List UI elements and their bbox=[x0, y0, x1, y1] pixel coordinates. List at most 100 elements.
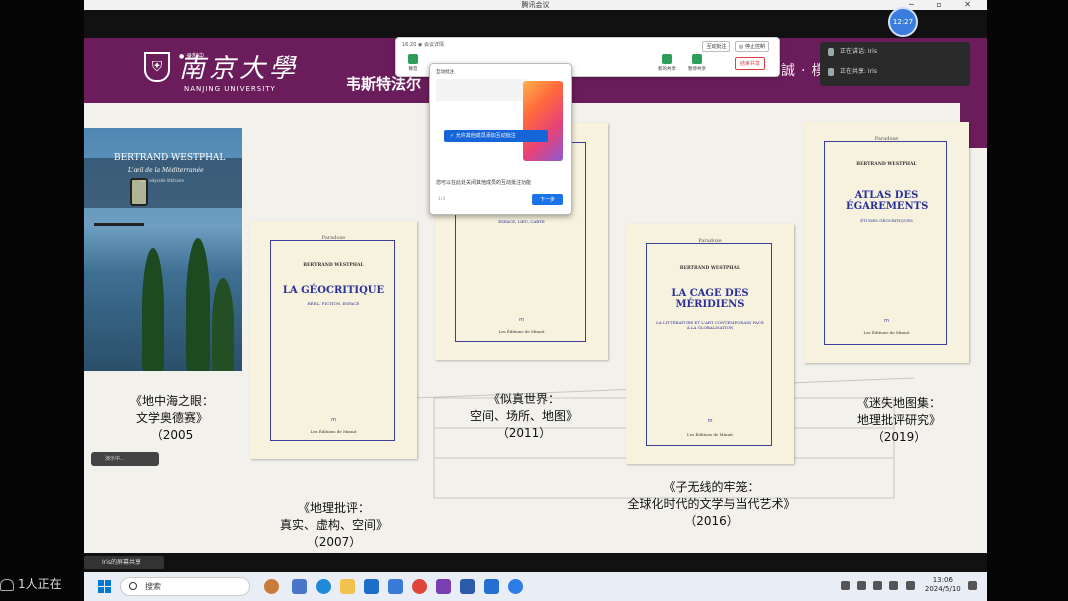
mute-button[interactable]: 静音 bbox=[400, 54, 426, 72]
book-subtitle: ÉTUDES GÉOCRITIQUES bbox=[860, 218, 913, 223]
caption-line: 空间、场所、地图》 bbox=[469, 409, 578, 423]
edge-browser-icon[interactable] bbox=[316, 579, 331, 594]
cover-frame bbox=[270, 240, 395, 441]
clock-date: 2024/5/10 bbox=[924, 585, 961, 593]
pause-share-button[interactable]: 暂停共享 bbox=[684, 54, 710, 72]
slide-status-pill[interactable]: 演示中... bbox=[91, 452, 159, 466]
speaker-label: 正在讲话: Iris bbox=[840, 48, 877, 55]
window-titlebar: 腾讯会议 ─ ▫ ✕ bbox=[84, 0, 987, 10]
popup-tool-row[interactable] bbox=[436, 79, 526, 101]
book-title: L'œil de la Méditerranée bbox=[128, 167, 204, 174]
caption-line: 文学奥德赛》 bbox=[135, 411, 208, 425]
window-controls[interactable]: ─ ▫ ✕ bbox=[909, 0, 981, 10]
popup-title: 互动批注 bbox=[436, 70, 454, 75]
book-subtitle: ESPACE, LIEU, CARTE bbox=[498, 219, 545, 224]
app-icon-8[interactable] bbox=[484, 579, 499, 594]
notification-bell-icon[interactable] bbox=[968, 580, 977, 590]
meeting-time-bubble[interactable]: 12:27 bbox=[888, 7, 918, 37]
screen-share-label: Iris的屏幕共享 bbox=[84, 556, 164, 569]
headset-icon bbox=[0, 578, 14, 591]
wifi-icon[interactable] bbox=[873, 580, 883, 590]
pause-icon bbox=[692, 54, 702, 64]
speaking-row: 正在讲话: Iris bbox=[820, 42, 970, 62]
university-name-en: NANJING UNIVERSITY bbox=[184, 85, 276, 93]
university-emblem-icon: ⛨ bbox=[144, 52, 170, 82]
book-cover-cage-meridiens: Paradoxe BERTRAND WESTPHAL LA CAGE DES M… bbox=[626, 224, 794, 464]
book-title: ATLAS DES ÉGAREMENTS bbox=[846, 190, 929, 212]
cypress-tree bbox=[186, 238, 210, 371]
caption-line: 地理批评研究》 bbox=[856, 413, 941, 427]
clock-time: 13:06 bbox=[932, 576, 953, 584]
book-author: BERTRAND WESTPHAL bbox=[679, 266, 741, 271]
cover-frame bbox=[646, 243, 772, 446]
book-title: LA CAGE DES MÉRIDIENS bbox=[671, 288, 749, 310]
taskbar-search[interactable]: 搜索 bbox=[120, 577, 250, 596]
book-subtitle: RÉEL, FICTION, ESPACE bbox=[307, 301, 360, 306]
search-icon bbox=[129, 582, 137, 590]
book-subtitle: LA LITTÉRATURE ET L'ART CONTEMPORAIN FAC… bbox=[656, 320, 764, 330]
recording-badge: ● 录制中 bbox=[179, 53, 205, 60]
speaker-panel: 正在讲话: Iris 正在共享: Iris bbox=[820, 42, 970, 86]
stop-control-button[interactable]: ◎ 停止控制 bbox=[735, 41, 769, 52]
app-icon-7[interactable] bbox=[460, 579, 475, 594]
book-author: BERTRAND WESTPHAL bbox=[303, 263, 364, 268]
caption-line: （2011） bbox=[496, 426, 552, 440]
store-app-icon[interactable] bbox=[388, 579, 403, 594]
meeting-status[interactable]: 16:20 ◉ 会议详情 bbox=[402, 41, 444, 48]
popup-illustration bbox=[523, 81, 563, 161]
tencent-meeting-icon[interactable] bbox=[508, 579, 523, 594]
screen: 腾讯会议 ─ ▫ ✕ ⛨ 南京大學 NANJING UNIVERSITY 韦斯特… bbox=[0, 0, 1068, 601]
popup-option[interactable] bbox=[436, 112, 528, 120]
caption-line: 《迷失地图集： bbox=[856, 396, 941, 410]
caption-line: （2007） bbox=[306, 535, 362, 549]
volume-icon[interactable] bbox=[889, 580, 899, 590]
window-title: 腾讯会议 bbox=[521, 1, 550, 9]
clock[interactable]: 13:06 2024/5/10 bbox=[925, 576, 961, 594]
keyboard-icon[interactable] bbox=[856, 580, 866, 590]
caption-line: 《子无线的牢笼： bbox=[663, 480, 760, 494]
widgets-app-icon[interactable] bbox=[264, 579, 279, 594]
task-view-icon[interactable] bbox=[292, 579, 307, 594]
cover-frame bbox=[824, 141, 947, 345]
battery-icon[interactable] bbox=[905, 580, 915, 590]
lamp-bracket bbox=[94, 223, 144, 226]
toolbar-top-buttons: 互动批注 ◎ 停止控制 bbox=[699, 41, 769, 52]
participant-status-label: 1人正在 bbox=[18, 577, 62, 591]
caption-line: 全球化时代的文学与当代艺术》 bbox=[627, 497, 796, 511]
book-publisher: Les Éditions de Minuit bbox=[310, 429, 357, 434]
taskbar: 搜索 13:06 2024/5/10 bbox=[84, 572, 987, 601]
chrome-browser-icon[interactable] bbox=[412, 579, 427, 594]
file-explorer-icon[interactable] bbox=[340, 579, 355, 594]
book-series: Paradoxe bbox=[698, 238, 722, 244]
system-tray: 13:06 2024/5/10 bbox=[836, 576, 977, 594]
cover-title-band bbox=[84, 158, 242, 208]
chevron-up-icon[interactable] bbox=[840, 580, 850, 590]
caption-line: 《似真世界： bbox=[487, 392, 560, 406]
book-caption-2007: 《地理批评： 真实、虚构、空间》 （2007） bbox=[244, 500, 424, 551]
microphone-icon bbox=[408, 54, 418, 64]
book-caption-2019: 《迷失地图集： 地理批评研究》 （2019） bbox=[819, 395, 979, 446]
popup-message: 您可以在此处关闭其他成员的互动批注功能 bbox=[436, 180, 532, 186]
recording-label: 录制中 bbox=[186, 53, 205, 60]
allow-annotation-option[interactable]: ✓ 允许其他成员添加互动批注 bbox=[444, 130, 548, 142]
popup-pagination: 1/3 bbox=[438, 197, 446, 202]
end-share-button[interactable]: 结束共享 bbox=[734, 57, 765, 70]
book-author: BERTRAND WESTPHAL bbox=[114, 153, 226, 163]
start-button-icon[interactable] bbox=[98, 580, 111, 593]
cypress-tree bbox=[142, 248, 164, 371]
popup-option[interactable] bbox=[436, 120, 528, 128]
option-label: 允许其他成员添加互动批注 bbox=[455, 133, 516, 139]
mail-app-icon[interactable] bbox=[364, 579, 379, 594]
caption-line: 《地中海之眼： bbox=[129, 394, 214, 408]
interactive-annotation-button[interactable]: 互动批注 bbox=[702, 41, 731, 52]
new-share-button[interactable]: 新的共享 bbox=[654, 54, 680, 72]
left-black-bar bbox=[0, 0, 84, 572]
book-series: Paradoxe bbox=[321, 235, 346, 241]
popup-next-button[interactable]: 下一步 bbox=[531, 194, 563, 205]
share-icon bbox=[662, 54, 672, 64]
app-icon-6[interactable] bbox=[436, 579, 451, 594]
popup-option[interactable] bbox=[436, 104, 528, 112]
cypress-tree bbox=[212, 278, 234, 371]
toolbar-item-label: 暂停共享 bbox=[688, 67, 706, 72]
caption-line: 真实、虚构、空间》 bbox=[279, 518, 388, 532]
